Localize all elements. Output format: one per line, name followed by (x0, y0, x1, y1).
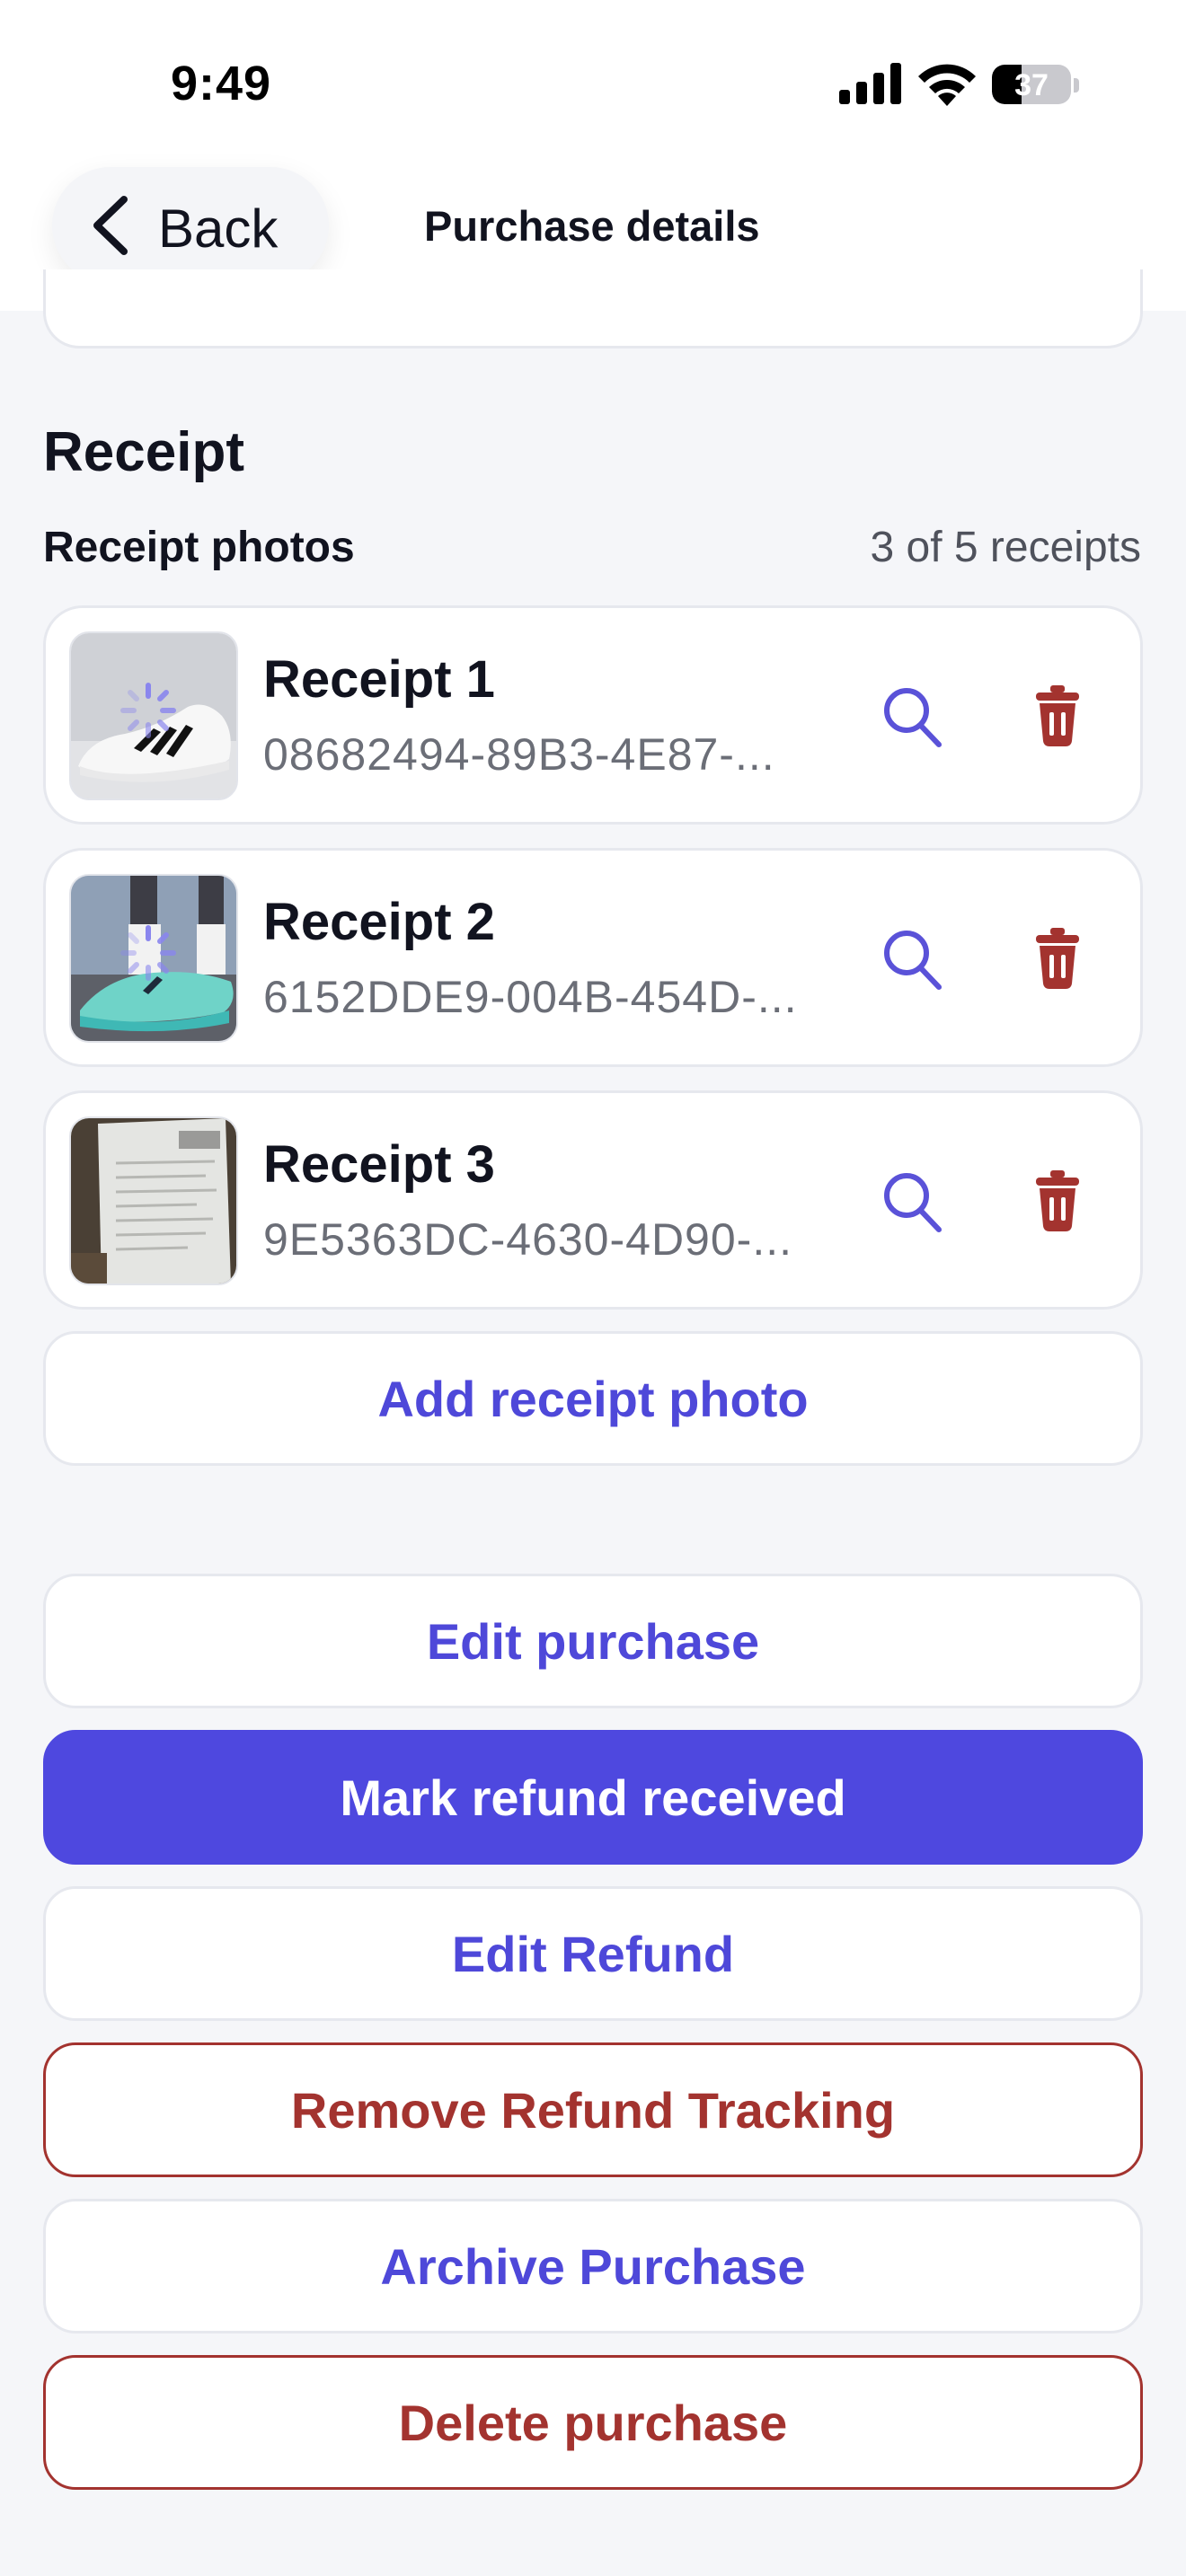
receipt-item[interactable]: Receipt 1 08682494-89B3-4E87-... (43, 605, 1143, 825)
trash-icon[interactable] (1034, 928, 1081, 989)
receipt-thumbnail[interactable] (69, 631, 238, 800)
section-title-receipt: Receipt (43, 421, 244, 483)
receipt-title: Receipt 2 (263, 893, 495, 951)
edit-refund-button[interactable]: Edit Refund (43, 1886, 1143, 2021)
receipt-id: 08682494-89B3-4E87-... (263, 729, 775, 780)
battery-tip (1074, 78, 1079, 93)
search-icon[interactable] (881, 685, 944, 750)
battery-percent: 37 (1014, 68, 1049, 102)
receipt-thumbnail[interactable] (69, 1116, 238, 1285)
back-chevron-icon (93, 196, 128, 255)
archive-purchase-button[interactable]: Archive Purchase (43, 2199, 1143, 2333)
search-icon[interactable] (881, 1170, 944, 1235)
add-receipt-photo-button[interactable]: Add receipt photo (43, 1331, 1143, 1466)
trash-icon[interactable] (1034, 1170, 1081, 1231)
battery-icon: 37 (992, 65, 1071, 104)
loading-spinner-icon (120, 683, 176, 738)
receipt-title: Receipt 1 (263, 650, 495, 709)
mark-refund-received-button[interactable]: Mark refund received (43, 1730, 1143, 1865)
receipt-item[interactable]: Receipt 2 6152DDE9-004B-454D-... (43, 848, 1143, 1067)
back-label: Back (158, 198, 279, 259)
top-bar: 9:49 37 Back Purchase details (0, 0, 1186, 311)
search-icon[interactable] (881, 928, 944, 992)
trash-icon[interactable] (1034, 685, 1081, 746)
receipt-id: 6152DDE9-004B-454D-... (263, 972, 798, 1022)
status-icons: 37 (839, 63, 1082, 110)
receipt-photos-label: Receipt photos (43, 524, 355, 571)
receipt-thumbnail[interactable] (69, 874, 238, 1043)
wifi-icon (918, 64, 976, 106)
previous-card (43, 269, 1143, 348)
receipt-id: 9E5363DC-4630-4D90-... (263, 1214, 792, 1265)
delete-purchase-button[interactable]: Delete purchase (43, 2355, 1143, 2490)
receipt-photo (71, 1118, 236, 1284)
loading-spinner-icon (120, 925, 176, 981)
page-title: Purchase details (424, 202, 760, 250)
receipt-title: Receipt 3 (263, 1135, 495, 1194)
receipt-item[interactable]: Receipt 3 9E5363DC-4630-4D90-... (43, 1090, 1143, 1310)
receipt-count: 3 of 5 receipts (870, 524, 1142, 571)
status-time: 9:49 (171, 57, 272, 110)
back-button[interactable]: Back (52, 167, 329, 284)
edit-purchase-button[interactable]: Edit purchase (43, 1574, 1143, 1708)
cellular-signal-icon (839, 63, 901, 104)
remove-refund-tracking-button[interactable]: Remove Refund Tracking (43, 2042, 1143, 2177)
